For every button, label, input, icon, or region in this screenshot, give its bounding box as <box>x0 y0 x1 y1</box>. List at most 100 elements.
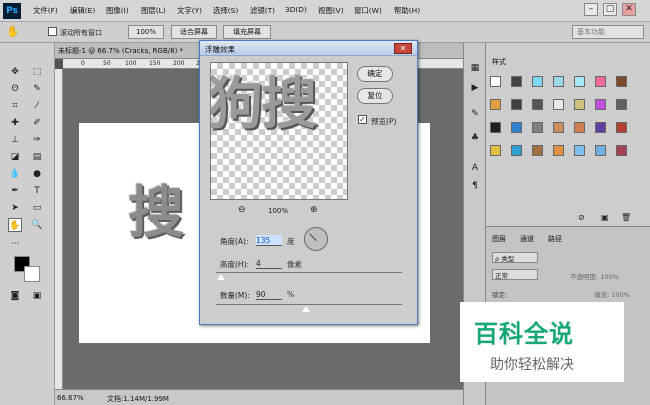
magic-wand-icon[interactable]: ✎ <box>30 82 44 96</box>
style-swatch[interactable] <box>595 122 606 133</box>
style-swatch[interactable] <box>595 145 606 156</box>
pen-tool-icon[interactable]: ✒ <box>8 184 22 198</box>
tab-styles[interactable]: 样式 <box>492 57 506 67</box>
filter-preview[interactable]: 狗搜 <box>210 62 348 200</box>
angle-input[interactable]: 135 <box>256 235 282 246</box>
character-panel-icon[interactable]: A <box>468 161 482 175</box>
style-swatch[interactable] <box>532 76 543 87</box>
style-swatch[interactable] <box>574 145 585 156</box>
hand-tool-icon[interactable]: ✋ <box>8 218 22 232</box>
scroll-all-checkbox[interactable] <box>48 27 57 36</box>
style-swatch[interactable] <box>574 122 585 133</box>
style-swatch[interactable] <box>511 99 522 110</box>
style-swatch[interactable] <box>595 76 606 87</box>
style-swatch[interactable] <box>490 122 501 133</box>
menu-image[interactable]: 图像(I) <box>106 5 129 16</box>
angle-dial[interactable] <box>304 227 328 251</box>
style-swatch[interactable] <box>616 122 627 133</box>
menu-type[interactable]: 文字(Y) <box>177 5 202 16</box>
background-color[interactable] <box>24 266 40 282</box>
style-swatch[interactable] <box>532 145 543 156</box>
preview-checkbox[interactable]: ✓ <box>358 115 367 124</box>
amount-input[interactable]: 90 <box>256 289 282 300</box>
move-tool-icon[interactable]: ✥ <box>8 65 22 79</box>
style-swatch[interactable] <box>616 76 627 87</box>
tab-paths[interactable]: 路径 <box>548 234 562 244</box>
quick-mask-icon[interactable]: ◙ <box>8 289 22 303</box>
delete-style-icon[interactable]: 🗑 <box>621 213 631 222</box>
style-swatch[interactable] <box>553 99 564 110</box>
style-swatch[interactable] <box>490 76 501 87</box>
zoom-tool-icon[interactable]: 🔍 <box>30 218 44 232</box>
zoom-100-button[interactable]: 100% <box>128 25 164 39</box>
dialog-title-bar[interactable]: 浮雕效果 ✕ <box>200 41 417 56</box>
style-swatch[interactable] <box>511 122 522 133</box>
lasso-tool-icon[interactable]: ʘ <box>8 82 22 96</box>
style-swatch[interactable] <box>532 99 543 110</box>
gradient-tool-icon[interactable]: ▤ <box>30 150 44 164</box>
amount-slider-track[interactable] <box>216 304 402 305</box>
menu-filter[interactable]: 滤镜(T) <box>250 5 275 16</box>
zoom-level[interactable]: 66.67% <box>57 394 84 402</box>
actions-panel-icon[interactable]: ▶ <box>468 81 482 95</box>
screen-mode-icon[interactable]: ▣ <box>30 289 44 303</box>
opacity-field[interactable]: 不透明度: 100% <box>570 271 619 281</box>
path-select-icon[interactable]: ➤ <box>8 201 22 215</box>
style-swatch[interactable] <box>553 76 564 87</box>
style-swatch[interactable] <box>553 145 564 156</box>
style-swatch[interactable] <box>595 99 606 110</box>
style-swatch[interactable] <box>511 76 522 87</box>
healing-brush-icon[interactable]: ✚ <box>8 116 22 130</box>
dialog-close-button[interactable]: ✕ <box>394 43 412 54</box>
style-swatch[interactable] <box>574 99 585 110</box>
history-panel-icon[interactable]: ▦ <box>468 61 482 75</box>
stamp-tool-icon[interactable]: ⊥ <box>8 133 22 147</box>
amount-slider-thumb[interactable] <box>302 306 310 312</box>
paragraph-panel-icon[interactable]: ¶ <box>468 179 482 193</box>
fit-screen-button[interactable]: 适合屏幕 <box>171 25 217 39</box>
tab-channels[interactable]: 通道 <box>520 234 534 244</box>
rectangle-tool-icon[interactable]: ▭ <box>30 201 44 215</box>
blur-tool-icon[interactable]: 💧 <box>8 167 22 181</box>
blend-mode-select[interactable]: 正常 <box>492 269 538 280</box>
tab-layers[interactable]: 图层 <box>492 234 506 244</box>
style-swatch[interactable] <box>490 145 501 156</box>
zoom-out-icon[interactable]: ⊖ <box>238 205 246 215</box>
height-slider-thumb[interactable] <box>217 274 225 280</box>
reset-button[interactable]: 复位 <box>357 88 393 104</box>
menu-view[interactable]: 视图(V) <box>318 5 344 16</box>
minimize-button[interactable]: – <box>584 3 598 16</box>
restore-button[interactable]: ▢ <box>603 3 617 16</box>
layer-kind-filter[interactable]: ρ 类型 <box>492 252 538 263</box>
history-brush-icon[interactable]: ✑ <box>30 133 44 147</box>
menu-edit[interactable]: 编辑(E) <box>70 5 95 16</box>
menu-3d[interactable]: 3D(D) <box>285 5 307 14</box>
zoom-in-icon[interactable]: ⊕ <box>310 205 318 215</box>
height-slider-track[interactable] <box>216 272 402 273</box>
menu-file[interactable]: 文件(F) <box>33 5 58 16</box>
height-input[interactable]: 4 <box>256 258 282 269</box>
more-tools-icon[interactable]: ⋯ <box>8 237 22 251</box>
brush-panel-icon[interactable]: ✎ <box>468 107 482 121</box>
menu-select[interactable]: 选择(S) <box>213 5 238 16</box>
fill-field[interactable]: 填充: 100% <box>594 289 630 299</box>
style-swatch[interactable] <box>511 145 522 156</box>
crop-tool-icon[interactable]: ⌗ <box>8 99 22 113</box>
style-swatch[interactable] <box>616 145 627 156</box>
workspace-select[interactable]: 基本功能 <box>572 25 644 39</box>
menu-layer[interactable]: 图层(L) <box>141 5 166 16</box>
eyedropper-icon[interactable]: ⁄ <box>30 99 44 113</box>
marquee-tool-icon[interactable]: ⬚ <box>30 65 44 79</box>
type-tool-icon[interactable]: T <box>30 184 44 198</box>
style-swatch[interactable] <box>574 76 585 87</box>
close-window-button[interactable]: ✕ <box>622 3 636 16</box>
new-style-icon[interactable]: ▣ <box>601 213 609 222</box>
menu-help[interactable]: 帮助(H) <box>394 5 420 16</box>
menu-window[interactable]: 窗口(W) <box>354 5 382 16</box>
dodge-tool-icon[interactable]: ● <box>30 167 44 181</box>
eraser-tool-icon[interactable]: ◪ <box>8 150 22 164</box>
clear-style-icon[interactable]: ⊘ <box>578 213 585 222</box>
brush-tool-icon[interactable]: ✐ <box>30 116 44 130</box>
fill-screen-button[interactable]: 填充屏幕 <box>223 25 271 39</box>
style-swatch[interactable] <box>553 122 564 133</box>
